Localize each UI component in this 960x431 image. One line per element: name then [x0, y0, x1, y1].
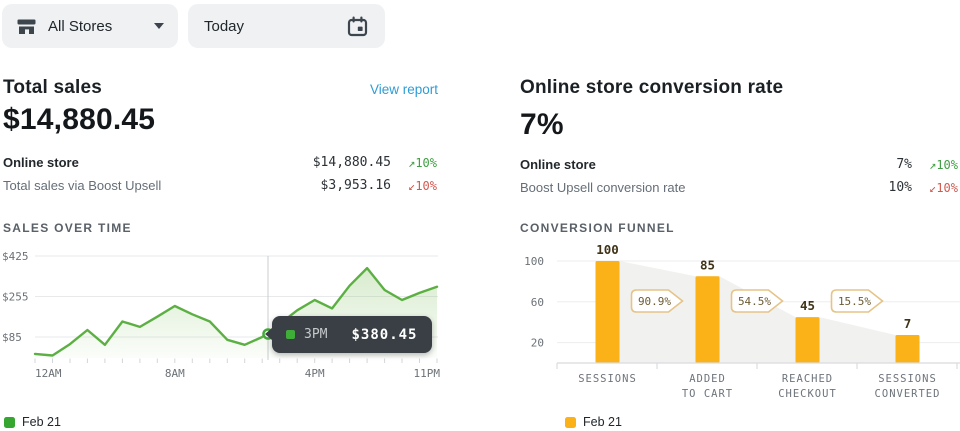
svg-text:7: 7: [904, 316, 912, 331]
row-change: ↙10%: [912, 181, 958, 195]
tooltip-series-swatch: [286, 330, 295, 339]
row-change: ↗10%: [391, 156, 437, 170]
row-value: 10%: [889, 180, 912, 195]
svg-text:8AM: 8AM: [165, 367, 185, 380]
total-sales-value: $14,880.45: [3, 103, 155, 137]
chart-tooltip: 3PM $380.45: [272, 316, 432, 353]
conversion-rate-value: 7%: [520, 108, 564, 142]
view-report-link[interactable]: View report: [370, 82, 438, 97]
sales-legend: Feb 21: [4, 415, 61, 429]
row-value: $14,880.45: [313, 155, 391, 170]
online-store-sales-row: Online store $14,880.45 ↗10%: [3, 155, 437, 170]
svg-text:11PM: 11PM: [414, 367, 441, 380]
row-label: Total sales via Boost Upsell: [3, 178, 321, 193]
svg-text:100: 100: [524, 255, 544, 268]
analytics-dashboard: All Stores Today Total sales View report…: [0, 0, 960, 431]
row-value: 7%: [896, 157, 912, 172]
svg-text:$425: $425: [2, 250, 29, 263]
funnel-legend: Feb 21: [565, 415, 622, 429]
svg-text:$255: $255: [2, 291, 29, 304]
total-sales-panel: Total sales View report $14,880.45 Onlin…: [0, 0, 440, 431]
svg-text:SESSIONS: SESSIONS: [578, 373, 637, 385]
svg-text:12AM: 12AM: [35, 367, 62, 380]
sales-over-time-heading: SALES OVER TIME: [3, 221, 132, 235]
conversion-funnel-chart[interactable]: 100 60 20 100 85 45 7 90.9% 54.5% 15.5% SESSIONS AD…: [520, 240, 960, 408]
svg-text:REACHED: REACHED: [782, 373, 833, 385]
svg-text:85: 85: [700, 257, 715, 272]
svg-text:54.5%: 54.5%: [738, 295, 771, 308]
svg-text:ADDED: ADDED: [689, 373, 726, 385]
row-label: Online store: [3, 155, 313, 170]
svg-text:20: 20: [531, 337, 544, 350]
tooltip-value: $380.45: [351, 327, 417, 343]
conversion-rate-panel: Online store conversion rate 7% Online s…: [520, 0, 960, 431]
boost-upsell-conversion-row: Boost Upsell conversion rate 10% ↙10%: [520, 180, 958, 195]
legend-swatch-green: [4, 417, 15, 428]
tooltip-time: 3PM: [304, 327, 327, 342]
svg-text:TO CART: TO CART: [682, 388, 733, 400]
legend-swatch-orange: [565, 417, 576, 428]
boost-upsell-sales-row: Total sales via Boost Upsell $3,953.16 ↙…: [3, 178, 437, 193]
row-change: ↙10%: [391, 179, 437, 193]
svg-text:$85: $85: [2, 331, 22, 344]
conversion-funnel-heading: CONVERSION FUNNEL: [520, 221, 675, 235]
svg-text:60: 60: [531, 296, 544, 309]
svg-text:SESSIONS: SESSIONS: [878, 373, 937, 385]
row-label: Online store: [520, 157, 896, 172]
svg-text:100: 100: [596, 242, 619, 257]
svg-text:CONVERTED: CONVERTED: [875, 388, 941, 400]
row-value: $3,953.16: [321, 178, 391, 193]
svg-text:45: 45: [800, 298, 815, 313]
conversion-rate-title: Online store conversion rate: [520, 77, 783, 99]
legend-label: Feb 21: [583, 415, 622, 429]
svg-text:15.5%: 15.5%: [838, 295, 871, 308]
online-store-conversion-row: Online store 7% ↗10%: [520, 157, 958, 172]
svg-text:CHECKOUT: CHECKOUT: [778, 388, 837, 400]
row-change: ↗10%: [912, 158, 958, 172]
svg-text:90.9%: 90.9%: [638, 295, 671, 308]
svg-text:4PM: 4PM: [305, 367, 325, 380]
row-label: Boost Upsell conversion rate: [520, 180, 889, 195]
total-sales-title: Total sales: [3, 77, 102, 99]
legend-label: Feb 21: [22, 415, 61, 429]
